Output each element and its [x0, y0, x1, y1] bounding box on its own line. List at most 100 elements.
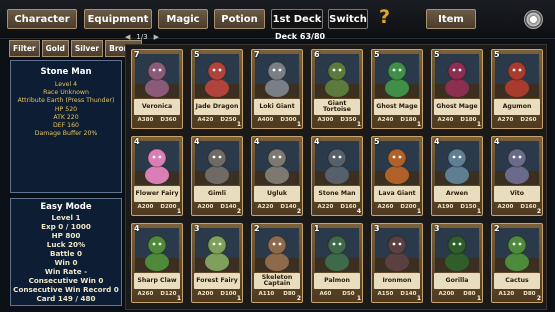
card-name: Ghost Mage [434, 99, 480, 115]
monster-card[interactable]: 5 Agumon A270 D260 [491, 49, 543, 129]
card-info-line: Attribute Earth (Press Thunder) [17, 97, 115, 105]
card-attack: A400 [257, 117, 274, 123]
card-cost: 5 [374, 50, 380, 59]
card-cost: 4 [134, 137, 140, 146]
card-info-line: Race Unknown [43, 89, 89, 97]
prev-page-icon[interactable]: ◀ [125, 33, 130, 41]
monster-card[interactable]: 7 Loki Giant A400 D300 1 [251, 49, 303, 129]
magic-tab[interactable]: Magic [158, 9, 208, 29]
help-icon[interactable]: ? [379, 6, 390, 28]
card-owned-count: 1 [236, 121, 241, 128]
card-name: Gorilla [434, 273, 480, 289]
card-stats: A270 D260 [494, 117, 540, 123]
card-info-panel: Stone Man Level 4 Race Unknown Attribute E… [10, 60, 122, 193]
card-grid: 7 Veronica A380 D360 5 Jade Dragon A420 D250 1 7 L… [125, 44, 547, 310]
monster-card[interactable]: 4 Sharp Claw A260 D120 1 [131, 223, 183, 303]
card-stats: A300 D350 [314, 117, 360, 123]
card-stats: A120 D80 [494, 291, 540, 297]
card-attack: A240 [437, 117, 454, 123]
monster-card[interactable]: 5 Lava Giant A260 D200 1 [371, 136, 423, 216]
card-defense: D120 [160, 291, 177, 297]
card-defense: D50 [342, 291, 355, 297]
card-stats: A220 D140 [254, 204, 300, 210]
player-stat-line: Level 1 [51, 213, 81, 222]
card-attack: A260 [137, 291, 154, 297]
monster-card[interactable]: 4 Ugluk A220 D140 2 [251, 136, 303, 216]
monster-card[interactable]: 5 Ghost Mage A240 D180 1 [371, 49, 423, 129]
card-attack: A420 [197, 117, 214, 123]
card-info-line: HP 520 [54, 105, 78, 113]
card-stats: A420 D250 [194, 117, 240, 123]
character-tab[interactable]: Character [7, 9, 77, 29]
card-cost: 4 [314, 137, 320, 146]
card-cost: 2 [254, 224, 260, 233]
card-portrait [315, 54, 359, 98]
filter-button[interactable]: Filter [9, 40, 40, 57]
card-owned-count: 1 [416, 121, 421, 128]
monster-card[interactable]: 4 Gimli A200 D140 2 [191, 136, 243, 216]
card-portrait [435, 228, 479, 272]
monster-card[interactable]: 2 Cactus A120 D80 2 [491, 223, 543, 303]
monster-card[interactable]: 4 Arwen A190 D150 1 [431, 136, 483, 216]
card-owned-count: 1 [356, 295, 361, 302]
card-portrait [495, 54, 539, 98]
card-cost: 4 [194, 137, 200, 146]
card-portrait [375, 141, 419, 185]
card-attack: A110 [258, 291, 275, 297]
monster-card[interactable]: 3 Forest Fairy A200 D100 1 [191, 223, 243, 303]
card-owned-count: 1 [236, 295, 241, 302]
monster-card[interactable]: 3 Gorilla A200 D80 1 [431, 223, 483, 303]
card-owned-count: 4 [356, 208, 361, 215]
monster-card[interactable]: 5 Ghost Mage A240 D180 1 [431, 49, 483, 129]
filter-silver-button[interactable]: Silver [70, 40, 104, 57]
card-defense: D150 [460, 204, 477, 210]
monster-card[interactable]: 4 Stone Man A220 D160 4 [311, 136, 363, 216]
card-stats: A220 D160 [314, 204, 360, 210]
card-attack: A200 [137, 204, 154, 210]
monster-card[interactable]: 2 Skeleton Captain A110 D80 2 [251, 223, 303, 303]
monster-card[interactable]: 1 Palmon A60 D50 1 [311, 223, 363, 303]
player-stat-line: Consecutive Win Record 0 [13, 285, 119, 294]
card-portrait [255, 228, 299, 272]
switch-button[interactable]: Switch [328, 9, 368, 29]
card-owned-count: 2 [536, 295, 541, 302]
card-portrait [255, 54, 299, 98]
card-name: Giant Tortoise [314, 99, 360, 115]
card-name: Arwen [434, 186, 480, 202]
card-owned-count: 1 [356, 121, 361, 128]
monster-card[interactable]: 4 Flower Fairy A200 D200 1 [131, 136, 183, 216]
monster-card[interactable]: 7 Veronica A380 D360 [131, 49, 183, 129]
filter-gold-button[interactable]: Gold [41, 40, 69, 57]
card-defense: D350 [340, 117, 357, 123]
card-defense: D160 [340, 204, 357, 210]
player-stat-line: Win Rate - [44, 267, 88, 276]
deck-selector-button[interactable]: 1st Deck [271, 9, 323, 29]
card-owned-count: 1 [176, 208, 181, 215]
monster-card[interactable]: 4 Vito A200 D160 2 [491, 136, 543, 216]
card-name: Palmon [314, 273, 360, 289]
next-page-icon[interactable]: ▶ [154, 33, 159, 41]
card-attack: A200 [197, 291, 214, 297]
card-owned-count: 1 [416, 295, 421, 302]
card-owned-count: 1 [476, 121, 481, 128]
card-name: Ghost Mage [374, 99, 420, 115]
monster-card[interactable]: 5 Jade Dragon A420 D250 1 [191, 49, 243, 129]
card-owned-count: 2 [236, 208, 241, 215]
potion-tab[interactable]: Potion [214, 9, 265, 29]
card-stats: A190 D150 [434, 204, 480, 210]
card-portrait [195, 228, 239, 272]
card-cost: 4 [434, 137, 440, 146]
item-tab[interactable]: Item [426, 9, 476, 29]
card-portrait [495, 228, 539, 272]
card-cost: 5 [494, 50, 500, 59]
card-attack: A300 [317, 117, 334, 123]
player-stat-line: Exp 0 / 1000 [41, 222, 91, 231]
card-name: Loki Giant [254, 99, 300, 115]
card-cost: 7 [254, 50, 260, 59]
equipment-tab[interactable]: Equipment [84, 9, 152, 29]
settings-gear-icon[interactable] [524, 10, 543, 29]
monster-card[interactable]: 3 Ironmon A150 D140 1 [371, 223, 423, 303]
monster-card[interactable]: 6 Giant Tortoise A300 D350 1 [311, 49, 363, 129]
card-info-line: Level 4 [54, 81, 78, 88]
card-cost: 4 [254, 137, 260, 146]
